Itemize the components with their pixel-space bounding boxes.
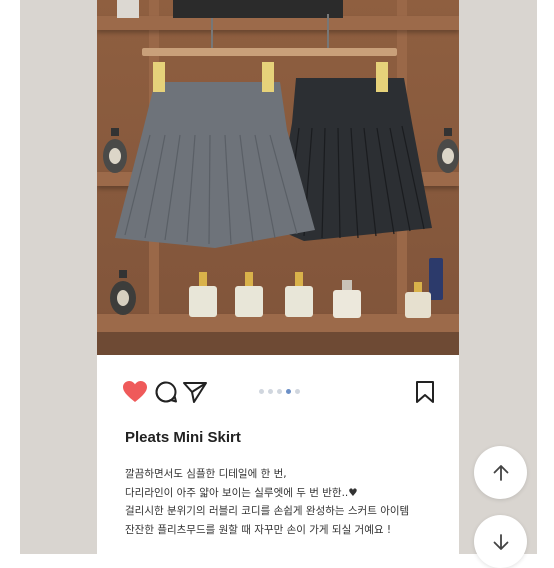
bookmark-icon	[416, 381, 434, 403]
arrow-up-icon	[493, 464, 508, 481]
product-title: Pleats Mini Skirt	[125, 429, 241, 446]
product-description: 깔끔하면서도 심플한 디테일에 한 번, 다리라인이 아주 얇아 보이는 실루엣…	[125, 465, 451, 539]
photo-perfume-bottle	[333, 280, 361, 318]
page-margin-left	[0, 0, 20, 554]
photo-perfume-bottle	[429, 258, 443, 300]
carousel-dot[interactable]	[277, 389, 282, 394]
photo-clip	[153, 62, 165, 92]
photo-perfume-bottle	[437, 128, 459, 173]
photo-perfume-bottle	[189, 272, 217, 317]
description-line: 깔끔하면서도 심플한 디테일에 한 번,	[125, 468, 287, 480]
carousel-dot[interactable]	[295, 389, 300, 394]
carousel-dot[interactable]	[268, 389, 273, 394]
scroll-down-button[interactable]	[474, 515, 527, 568]
bookmark-button[interactable]	[411, 378, 439, 406]
comment-icon	[155, 381, 177, 403]
photo-shelf	[97, 16, 459, 30]
carousel-dot-active[interactable]	[286, 389, 291, 394]
photo-perfume-bottle	[110, 270, 136, 315]
description-line: 다리라인이 아주 얇아 보이는 실루엣에 두 번 반한..♥	[125, 486, 358, 499]
photo-clip	[262, 62, 274, 92]
photo-top-items	[173, 0, 343, 18]
post-actions	[97, 378, 459, 408]
photo-hanger-bar	[142, 48, 397, 56]
comment-button[interactable]	[152, 378, 180, 406]
heart-icon	[123, 381, 147, 402]
photo-perfume-bottle	[103, 128, 127, 173]
post-card: Pleats Mini Skirt 깔끔하면서도 심플한 디테일에 한 번, 다…	[97, 0, 459, 554]
photo-skirt-gray	[115, 82, 315, 248]
carousel-indicator	[259, 389, 300, 394]
send-icon	[183, 382, 207, 403]
photo-perfume-bottle	[285, 272, 313, 317]
photo-hook	[327, 14, 329, 50]
description-line: 잔잔한 플리츠무드를 원할 때 자꾸만 손이 가게 되실 거예요 !	[125, 523, 392, 536]
page-margin-right	[537, 0, 554, 554]
scroll-up-button[interactable]	[474, 446, 527, 499]
like-button[interactable]	[121, 378, 149, 406]
photo-perfume-bottle	[235, 272, 263, 317]
photo-shelf-base	[97, 332, 459, 355]
description-line: 걸리시한 분위기의 러블리 코디를 손쉽게 완성하는 스커트 아이템	[125, 505, 410, 517]
photo-hook	[211, 18, 213, 50]
photo-clip	[376, 62, 388, 92]
product-photo[interactable]	[97, 0, 459, 355]
share-button[interactable]	[181, 378, 209, 406]
photo-perfume-bottle	[405, 282, 431, 318]
photo-top-jar	[117, 0, 139, 18]
carousel-dot[interactable]	[259, 389, 264, 394]
arrow-down-icon	[493, 533, 508, 550]
